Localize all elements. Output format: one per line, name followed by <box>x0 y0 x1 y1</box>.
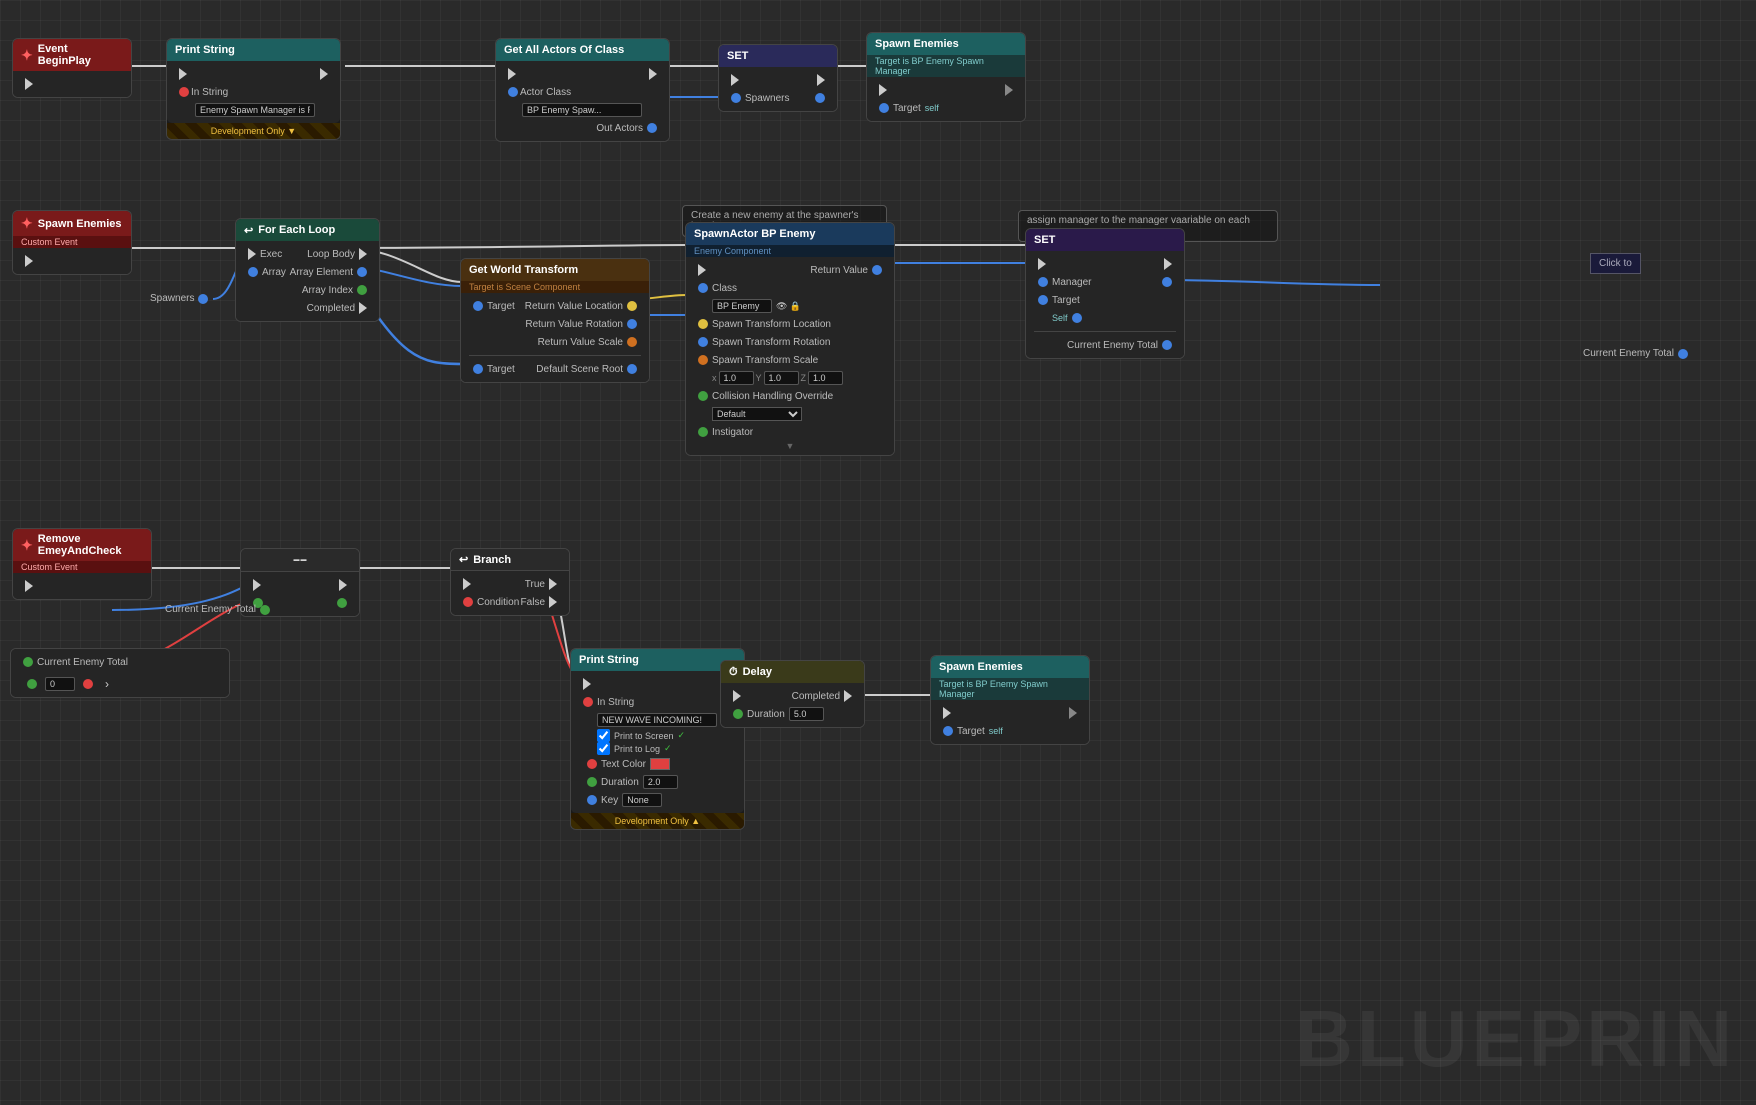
dev-only-2: Development Only ▲ <box>571 813 744 829</box>
print-string-1-input[interactable] <box>195 103 315 117</box>
spawners-label: Spawners <box>150 293 208 304</box>
current-enemy-total-far-right: Current Enemy Total <box>1583 348 1688 359</box>
spawn-actor-subtitle: Enemy Component <box>686 245 894 257</box>
for-each-loop-title: For Each Loop <box>258 224 335 236</box>
event-begin-play-node: ✦ Event BeginPlay <box>12 38 132 98</box>
enemy-total-input[interactable] <box>45 677 75 691</box>
scale-y-input[interactable] <box>764 371 799 385</box>
remove-enemy-node: ✦ Remove EmeyAndCheck Custom Event <box>12 528 152 600</box>
click-to-edit[interactable]: Click to <box>1590 253 1641 274</box>
event-begin-play-title: Event BeginPlay <box>38 43 123 67</box>
get-world-transform-title: Get World Transform <box>469 264 578 276</box>
print-duration-input[interactable] <box>643 775 678 789</box>
collision-dropdown[interactable]: Default <box>712 407 802 421</box>
spawn-actor-bp-node: SpawnActor BP Enemy Enemy Component Retu… <box>685 222 895 456</box>
remove-enemy-title: Remove EmeyAndCheck <box>38 533 143 557</box>
spawn-enemies-1-node: Spawn Enemies Target is BP Enemy Spawn M… <box>866 32 1026 122</box>
dev-only-1: Development Only ▼ <box>167 123 340 139</box>
set-1-node: SET Spawners <box>718 44 838 112</box>
blueprint-watermark: BLUEPRIN <box>1295 993 1736 1085</box>
delay-node: ⏱ Delay Completed Duration <box>720 660 865 728</box>
print-string-2-node: Print String In String Print to Screen ✓… <box>570 648 745 830</box>
branch-title: Branch <box>473 554 511 566</box>
spawn-actor-title: SpawnActor BP Enemy <box>694 228 815 240</box>
spawn-enemies-1-subtitle: Target is BP Enemy Spawn Manager <box>867 55 1025 77</box>
print-string-2-title: Print String <box>579 654 639 666</box>
print-string-2-input[interactable] <box>597 713 717 727</box>
get-world-transform-node: Get World Transform Target is Scene Comp… <box>460 258 650 383</box>
scale-x-input[interactable] <box>719 371 754 385</box>
print-key-input[interactable] <box>622 793 662 807</box>
print-to-screen-cb[interactable] <box>597 729 610 742</box>
spawn-enemies-1-title: Spawn Enemies <box>875 38 959 50</box>
spawn-enemies-2-title: Spawn Enemies <box>939 661 1023 673</box>
spawn-enemies-2-subtitle: Target is BP Enemy Spawn Manager <box>931 678 1089 700</box>
delay-title: Delay <box>743 666 772 678</box>
print-string-1-title: Print String <box>175 44 235 56</box>
custom-event-label-2: Custom Event <box>13 561 151 573</box>
set-1-title: SET <box>727 50 748 62</box>
print-string-1-node: Print String In String Development Only … <box>166 38 341 140</box>
get-all-actors-node: Get All Actors Of Class Actor Class Out … <box>495 38 670 142</box>
current-enemy-total-node: Current Enemy Total › <box>10 648 230 698</box>
scale-z-input[interactable] <box>808 371 843 385</box>
get-all-actors-title: Get All Actors Of Class <box>504 44 624 56</box>
spawn-enemies-event-node: ✦ Spawn Enemies Custom Event <box>12 210 132 275</box>
class-input[interactable] <box>712 299 772 313</box>
actor-class-input[interactable] <box>522 103 642 117</box>
for-each-loop-node: ↩ For Each Loop Exec Loop Body Array Arr… <box>235 218 380 322</box>
delay-duration-input[interactable] <box>789 707 824 721</box>
current-enemy-total-mid: Current Enemy Total <box>165 604 270 615</box>
print-to-log-cb[interactable] <box>597 742 610 755</box>
spawn-enemies-2-node: Spawn Enemies Target is BP Enemy Spawn M… <box>930 655 1090 745</box>
set-2-node: SET Manager Target Self Current Enemy To… <box>1025 228 1185 359</box>
spawn-enemies-event-title: Spawn Enemies <box>38 218 122 230</box>
custom-event-label-1: Custom Event <box>13 236 131 248</box>
transform-subtitle: Target is Scene Component <box>461 281 649 293</box>
set-2-title: SET <box>1034 234 1055 246</box>
branch-node: ↩ Branch True Condition False <box>450 548 570 616</box>
current-enemy-total-right: Current Enemy Total <box>1067 340 1158 351</box>
